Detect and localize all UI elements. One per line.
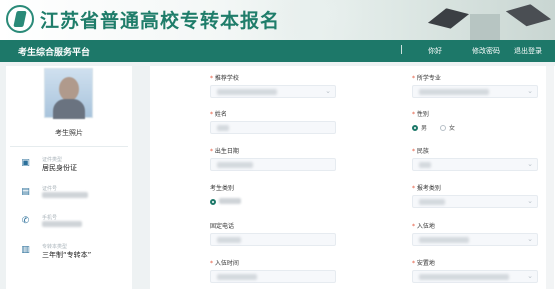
top-nav: 考生综合服务平台 | 你好 修改密码 退出登录 bbox=[0, 40, 555, 62]
candidate-type-radio[interactable] bbox=[210, 198, 241, 206]
graduation-cap-icon bbox=[503, 0, 553, 36]
field-label-ethnicity: * 民族 bbox=[412, 148, 429, 155]
apply-type-select[interactable]: ⌄ bbox=[412, 195, 538, 208]
field-label-recommend-school: * 推荐学校 bbox=[210, 75, 239, 82]
building-image bbox=[470, 14, 500, 40]
greeting-link[interactable]: 你好 bbox=[428, 46, 442, 56]
field-label-candidate-type: 考生类别 bbox=[210, 185, 235, 192]
radio-selected-icon bbox=[210, 199, 216, 205]
profile-panel: 考生照片 ▣ 证件类型 居民身份证 ▤ 证件号 ✆ 手机号 ▥ 专转本类型 三年… bbox=[6, 66, 132, 289]
logout-link[interactable]: 退出登录 bbox=[514, 46, 542, 56]
chevron-down-icon: ⌄ bbox=[527, 87, 533, 95]
phone-icon: ✆ bbox=[21, 216, 30, 226]
birth-date-input[interactable] bbox=[210, 158, 336, 171]
profile-item-value-redacted bbox=[42, 192, 88, 200]
field-label-landline: 固定电话 bbox=[210, 223, 235, 230]
university-logo-icon bbox=[6, 5, 34, 33]
field-label-settle-place: * 安置地 bbox=[412, 260, 435, 267]
registration-form: * 推荐学校 ⌄ * 所学专业 ⌄ * 姓名 * 性别 男 女 * 出生日期 *… bbox=[150, 66, 555, 289]
candidate-photo bbox=[44, 68, 93, 119]
nav-separator: | bbox=[400, 45, 404, 55]
site-banner: 江苏省普通高校专转本报名 bbox=[0, 0, 555, 40]
profile-item-label: 证件号 bbox=[42, 186, 58, 192]
recommend-school-select[interactable]: ⌄ bbox=[210, 85, 336, 98]
profile-item-id-type: ▣ 证件类型 居民身份证 bbox=[20, 156, 130, 176]
change-password-link[interactable]: 修改密码 bbox=[472, 46, 500, 56]
settle-place-select[interactable]: ⌄ bbox=[412, 270, 538, 283]
radio-selected-icon bbox=[412, 125, 418, 131]
page-scrollbar[interactable] bbox=[546, 66, 554, 289]
profile-item-type: ▥ 专转本类型 三年制“专转本” bbox=[20, 243, 130, 263]
enroll-place-select[interactable]: ⌄ bbox=[412, 233, 538, 246]
field-label-major: * 所学专业 bbox=[412, 75, 441, 82]
landline-input[interactable] bbox=[210, 233, 336, 246]
chevron-down-icon: ⌄ bbox=[527, 272, 533, 280]
graduation-cap-icon bbox=[426, 4, 472, 38]
chevron-down-icon: ⌄ bbox=[325, 87, 331, 95]
field-label-birth-date: * 出生日期 bbox=[210, 148, 239, 155]
site-title: 江苏省普通高校专转本报名 bbox=[40, 10, 281, 32]
field-label-apply-type: * 报考类别 bbox=[412, 185, 441, 192]
profile-item-value: 居民身份证 bbox=[42, 164, 77, 172]
ethnicity-select[interactable]: ⌄ bbox=[412, 158, 538, 171]
photo-caption: 考生照片 bbox=[55, 129, 83, 137]
chevron-down-icon: ⌄ bbox=[527, 160, 533, 168]
name-input[interactable] bbox=[210, 121, 336, 134]
field-label-enroll-place: * 入伍地 bbox=[412, 223, 435, 230]
profile-item-label: 证件类型 bbox=[42, 157, 63, 163]
platform-title: 考生综合服务平台 bbox=[18, 48, 91, 58]
profile-item-phone: ✆ 手机号 bbox=[20, 214, 130, 234]
profile-item-value-redacted bbox=[42, 221, 82, 229]
field-label-name: * 姓名 bbox=[210, 111, 227, 118]
id-card-icon: ▣ bbox=[21, 158, 30, 168]
profile-item-id-number: ▤ 证件号 bbox=[20, 185, 130, 205]
radio-unselected-icon bbox=[440, 125, 446, 131]
gender-radio-female[interactable]: 女 bbox=[440, 123, 455, 132]
divider bbox=[10, 146, 128, 147]
chevron-down-icon: ⌄ bbox=[527, 197, 533, 205]
profile-item-label: 手机号 bbox=[42, 215, 58, 221]
major-select[interactable]: ⌄ bbox=[412, 85, 538, 98]
chevron-down-icon: ⌄ bbox=[527, 235, 533, 243]
gender-radio-male[interactable]: 男 bbox=[412, 123, 427, 132]
profile-item-value: 三年制“专转本” bbox=[42, 251, 92, 259]
profile-item-label: 专转本类型 bbox=[42, 244, 68, 250]
document-icon: ▤ bbox=[21, 187, 30, 197]
enroll-time-input[interactable] bbox=[210, 270, 336, 283]
field-label-gender: * 性别 bbox=[412, 111, 429, 118]
field-label-enroll-time: * 入伍时间 bbox=[210, 260, 239, 267]
book-icon: ▥ bbox=[21, 245, 30, 255]
